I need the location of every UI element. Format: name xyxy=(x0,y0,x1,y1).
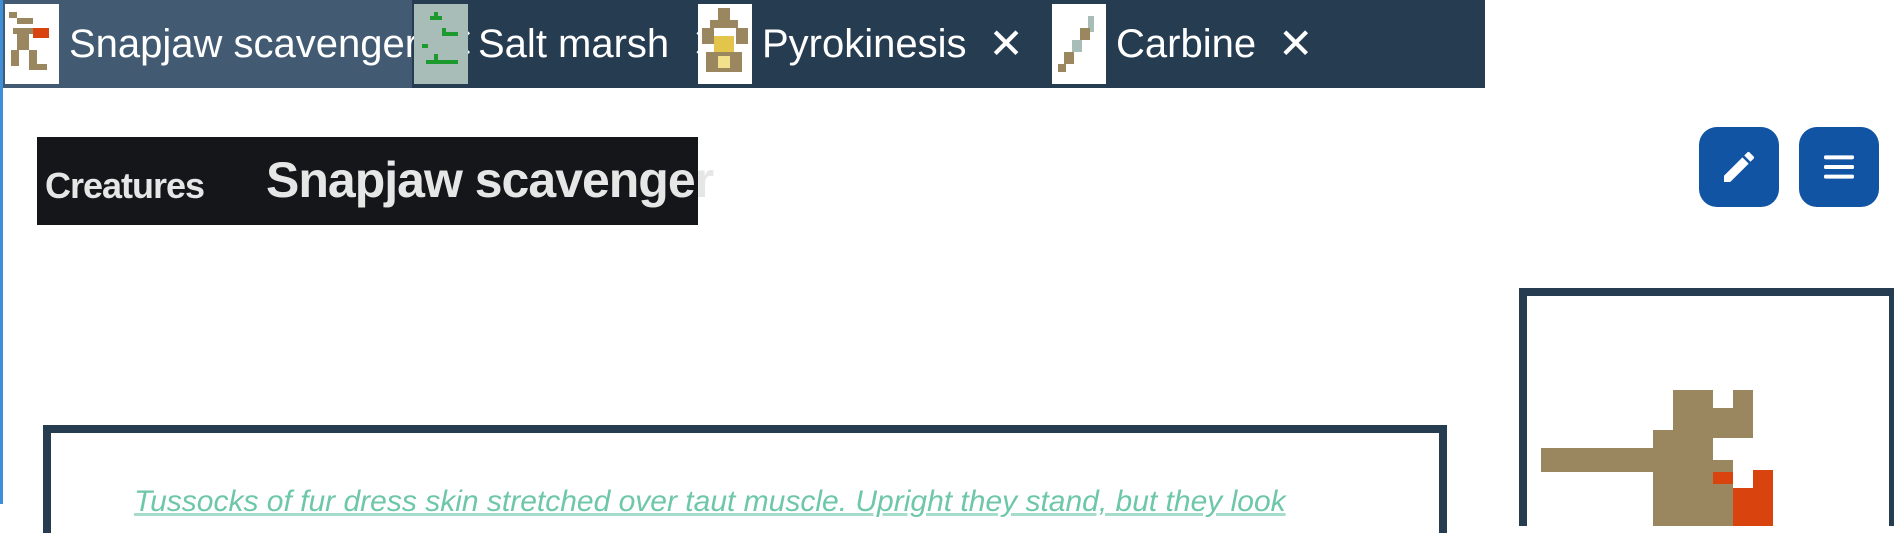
edit-button[interactable] xyxy=(1699,127,1779,207)
tab-pyrokinesis[interactable]: Pyrokinesis ✕ xyxy=(696,0,1050,88)
pyrokinesis-thumbnail-icon xyxy=(698,4,752,84)
carbine-thumbnail-icon xyxy=(1052,4,1106,84)
menu-button[interactable] xyxy=(1799,127,1879,207)
tab-bar: Snapjaw scavenger ✕ Salt marsh ✕ Pyrokin… xyxy=(3,0,1485,88)
close-icon[interactable]: ✕ xyxy=(989,23,1024,65)
salt-marsh-thumbnail-icon xyxy=(414,4,468,84)
snapjaw-sprite-icon xyxy=(1541,390,1773,526)
description-text: Tussocks of fur dress skin stretched ove… xyxy=(134,485,1286,518)
category-label[interactable]: Creatures xyxy=(45,165,205,207)
tab-salt-marsh[interactable]: Salt marsh ✕ xyxy=(412,0,726,88)
tab-snapjaw-scavenger[interactable]: Snapjaw scavenger ✕ xyxy=(3,0,475,88)
snapjaw-thumbnail-icon xyxy=(5,4,59,84)
hamburger-menu-icon xyxy=(1824,155,1854,179)
description-panel: Tussocks of fur dress skin stretched ove… xyxy=(43,425,1447,533)
pencil-icon xyxy=(1724,151,1755,182)
page-title: Snapjaw scavenger xyxy=(266,152,714,208)
tab-label: Carbine xyxy=(1116,21,1257,66)
sprite-panel xyxy=(1519,288,1894,526)
tab-label: Pyrokinesis xyxy=(762,21,967,66)
page-header: Creatures Snapjaw scavenger xyxy=(37,137,714,225)
close-icon[interactable]: ✕ xyxy=(1278,23,1313,65)
tab-label: Salt marsh xyxy=(478,21,670,66)
tab-carbine[interactable]: Carbine ✕ xyxy=(1050,0,1338,88)
tab-label: Snapjaw scavenger xyxy=(69,21,419,66)
